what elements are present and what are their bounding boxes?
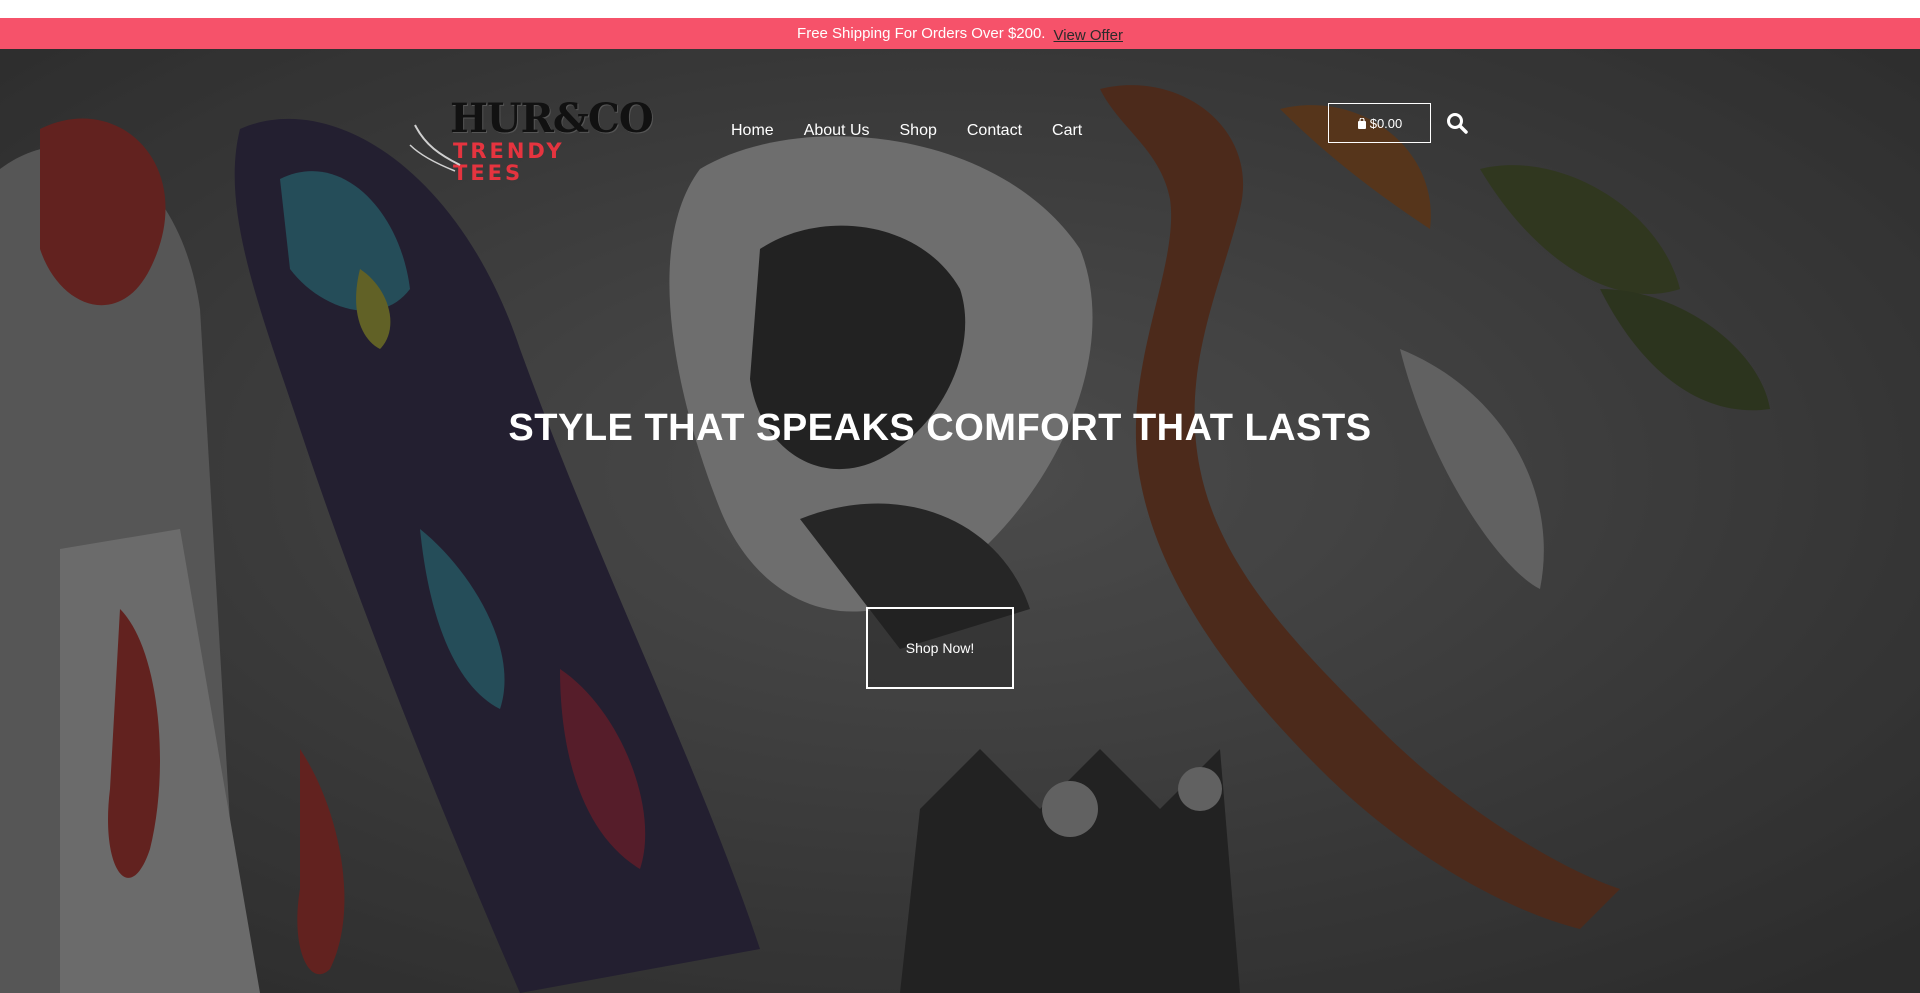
nav-item-shop[interactable]: Shop — [900, 122, 937, 140]
hero-dark-overlay — [0, 49, 1920, 993]
promo-text: Free Shipping For Orders Over $200. — [797, 25, 1046, 42]
promo-bar: Free Shipping For Orders Over $200. View… — [0, 18, 1920, 49]
nav-item-contact[interactable]: Contact — [967, 122, 1022, 140]
logo-swirl-icon — [409, 124, 461, 172]
top-white-strip — [0, 0, 1920, 18]
logo-wordmark: HUR&CO — [450, 95, 654, 142]
search-icon[interactable] — [1446, 112, 1468, 134]
shopping-bag-icon — [1357, 117, 1366, 129]
hero-headline: STYLE THAT SPEAKS COMFORT THAT LASTS — [508, 407, 1372, 449]
cart-total: $0.00 — [1369, 115, 1403, 131]
view-offer-link[interactable]: View Offer — [1053, 27, 1122, 44]
hero-section: HUR&CO TRENDY TEES Home About Us Shop Co… — [0, 49, 1920, 993]
shop-now-button[interactable]: Shop Now! — [866, 607, 1014, 689]
nav-item-cart[interactable]: Cart — [1052, 122, 1082, 140]
site-logo[interactable]: HUR&CO TRENDY TEES — [405, 98, 654, 185]
nav-item-home[interactable]: Home — [731, 122, 774, 140]
logo-tagline: TRENDY TEES — [453, 139, 565, 185]
nav-item-about-us[interactable]: About Us — [804, 122, 870, 140]
cart-total-button[interactable]: $0.00 — [1328, 103, 1431, 143]
main-nav: Home About Us Shop Contact Cart — [731, 122, 1082, 140]
